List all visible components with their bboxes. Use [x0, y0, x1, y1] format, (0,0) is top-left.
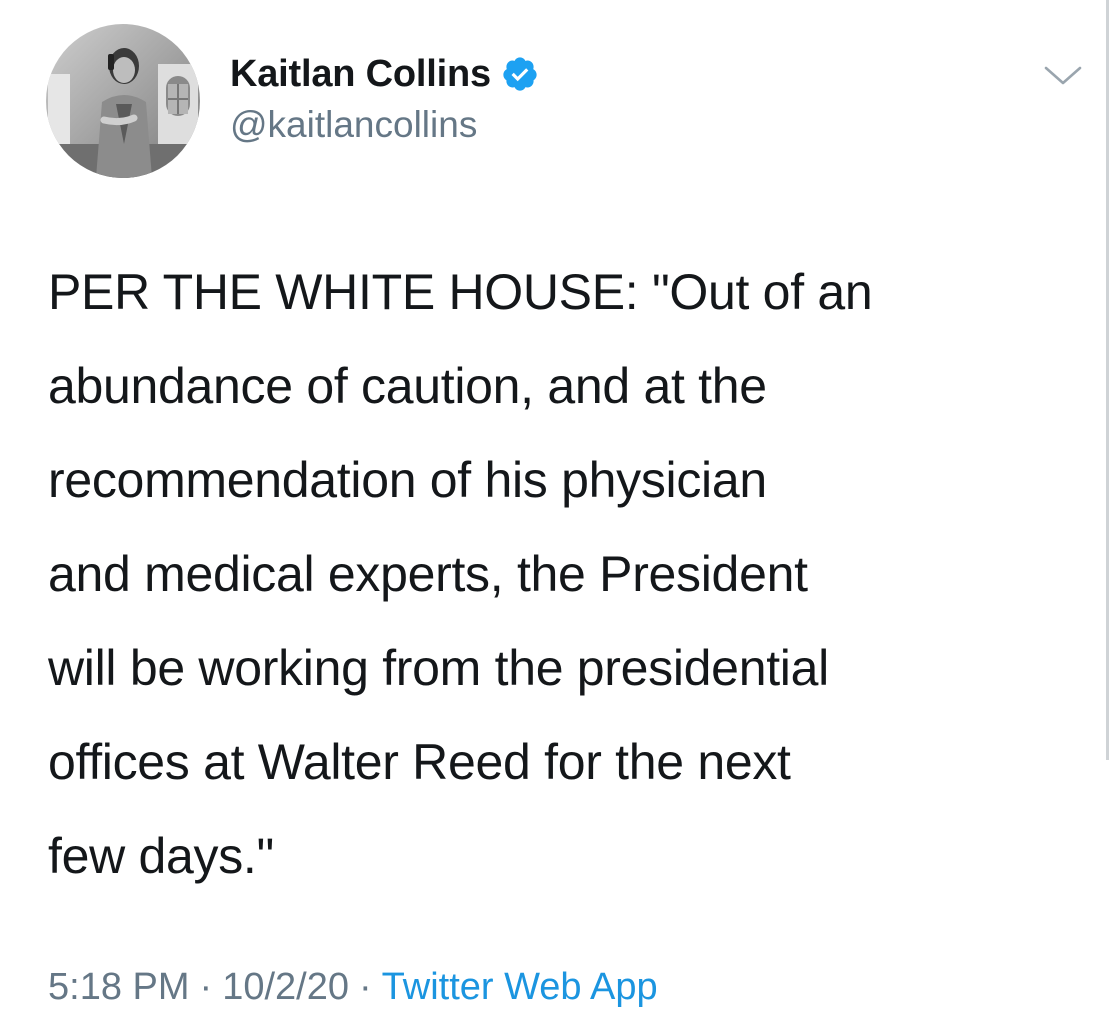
tweet-meta: 5:18 PM · 10/2/20 · Twitter Web App [48, 966, 658, 1009]
display-name[interactable]: Kaitlan Collins [230, 53, 491, 96]
avatar-photo [46, 24, 200, 178]
meta-separator: · [358, 966, 372, 1008]
avatar[interactable] [46, 24, 200, 178]
tweet-card: Kaitlan Collins @kaitlancollins PER THE … [0, 0, 1109, 1034]
tweet-date[interactable]: 10/2/20 [222, 966, 349, 1008]
name-row: Kaitlan Collins [230, 50, 539, 98]
meta-separator: · [199, 966, 213, 1008]
author-block[interactable]: Kaitlan Collins @kaitlancollins [230, 50, 539, 146]
tweet-source-link[interactable]: Twitter Web App [382, 966, 658, 1008]
tweet-text: PER THE WHITE HOUSE: "Out of an abundanc… [48, 264, 873, 884]
chevron-down-icon[interactable] [1040, 60, 1086, 90]
verified-badge-icon [501, 55, 539, 93]
user-handle[interactable]: @kaitlancollins [230, 104, 539, 146]
tweet-time[interactable]: 5:18 PM [48, 966, 190, 1008]
